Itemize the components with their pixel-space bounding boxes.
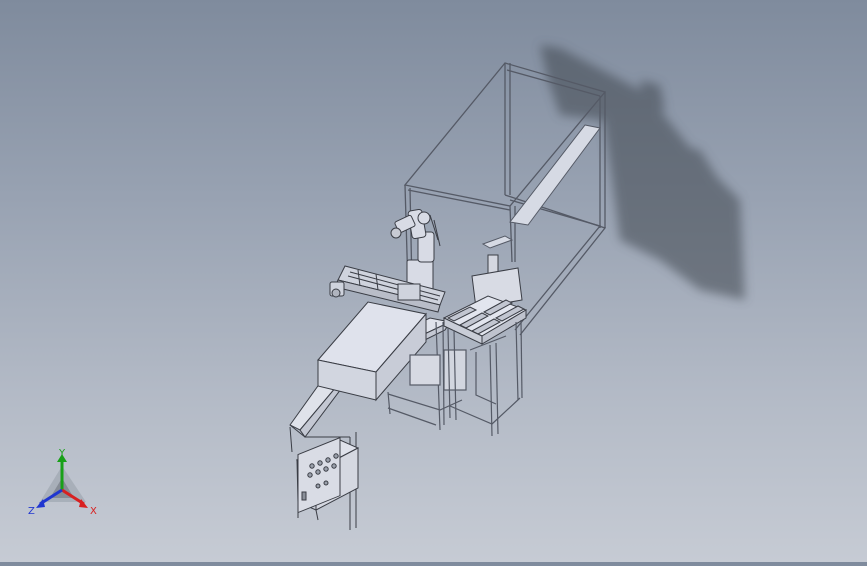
- axis-y-label: Y: [58, 448, 66, 459]
- feeder-table: [442, 254, 528, 345]
- cad-3d-viewport[interactable]: Y X Z: [0, 0, 867, 562]
- control-cabinet: [295, 436, 360, 521]
- coordinate-triad: Y X Z: [24, 448, 104, 520]
- inner-shelf: [481, 124, 601, 249]
- axis-x-label: X: [90, 506, 97, 517]
- assembly-model: [289, 45, 745, 530]
- axis-z-label: Z: [28, 506, 35, 517]
